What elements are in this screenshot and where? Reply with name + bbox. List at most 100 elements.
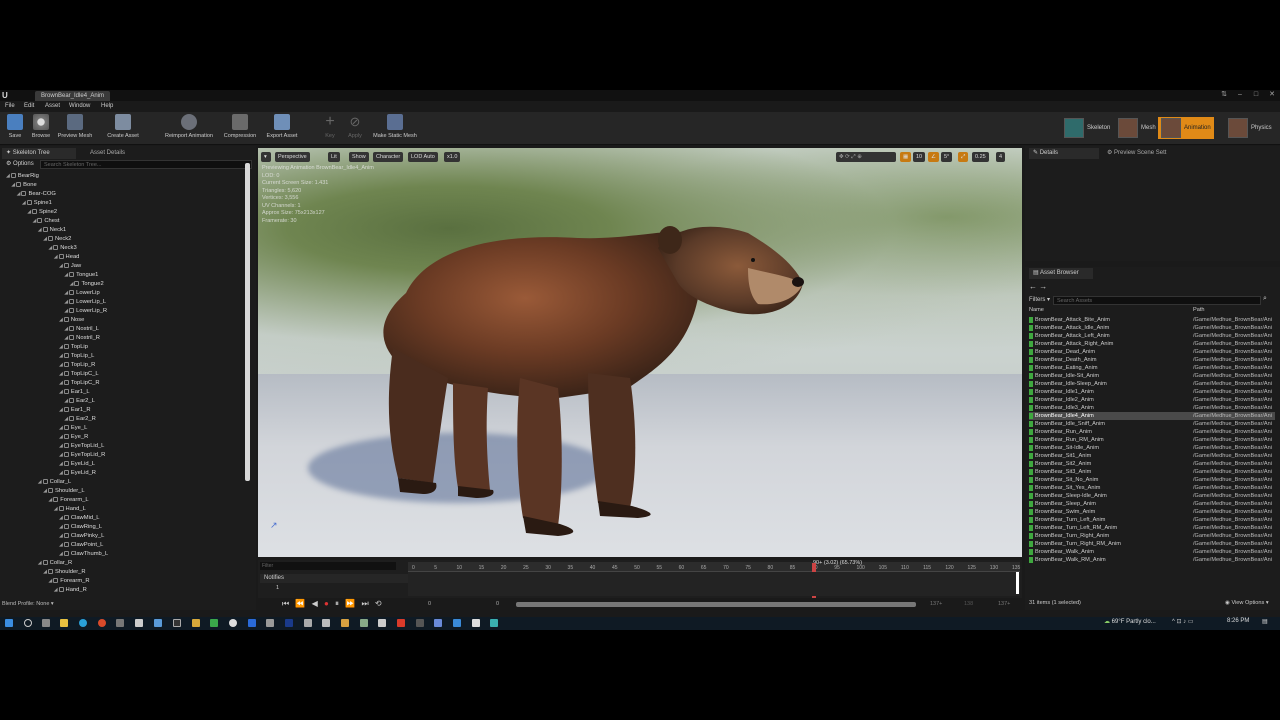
expand-arrow-icon[interactable]: ◢ bbox=[64, 416, 68, 422]
record-icon[interactable]: ● bbox=[324, 599, 331, 608]
bone-item[interactable]: ◢ EyeTopLid_R bbox=[59, 451, 105, 460]
rotation-snap-icon[interactable]: ∠ bbox=[928, 152, 939, 162]
search-taskbar-icon[interactable] bbox=[24, 619, 32, 627]
app-icon-12[interactable] bbox=[360, 619, 368, 627]
system-tray-icons[interactable]: ^ ⊡ ♪ ▭ bbox=[1172, 618, 1194, 625]
asset-row[interactable]: BrownBear_Sit1_Anim/Game/Medhue_BrownBea… bbox=[1029, 452, 1275, 460]
animation-mode-button[interactable]: Animation bbox=[1158, 117, 1214, 139]
physics-mode-button[interactable]: Physics bbox=[1228, 117, 1272, 139]
timeline-filter-input[interactable]: Filter bbox=[260, 562, 396, 570]
expand-arrow-icon[interactable]: ◢ bbox=[70, 281, 74, 287]
transport-buttons[interactable]: ⏮ ⏪ ◀ ● ⏸ ⏩ ⏭ ⟲ bbox=[282, 599, 384, 609]
timeline-ruler[interactable]: 0510152025303540455055606570758085909510… bbox=[408, 562, 1020, 572]
expand-arrow-icon[interactable]: ◢ bbox=[59, 443, 63, 449]
expand-arrow-icon[interactable]: ◢ bbox=[59, 344, 63, 350]
asset-row[interactable]: BrownBear_Walk_Anim/Game/Medhue_BrownBea… bbox=[1029, 548, 1275, 556]
account-icon[interactable]: ⇅ bbox=[1218, 90, 1230, 100]
app-icon-7[interactable] bbox=[248, 619, 256, 627]
bone-item[interactable]: ◢ Ear1_L bbox=[59, 388, 90, 397]
make-static-mesh-button[interactable]: Make Static Mesh bbox=[370, 114, 420, 144]
asset-row[interactable]: BrownBear_Idle_Sniff_Anim/Game/Medhue_Br… bbox=[1029, 420, 1275, 428]
asset-row[interactable]: BrownBear_Idle3_Anim/Game/Medhue_BrownBe… bbox=[1029, 404, 1275, 412]
asset-row[interactable]: BrownBear_Turn_Left_Anim/Game/Medhue_Bro… bbox=[1029, 516, 1275, 524]
bone-item[interactable]: ◢ Hand_R bbox=[54, 586, 87, 595]
expand-arrow-icon[interactable]: ◢ bbox=[38, 227, 42, 233]
bone-item[interactable]: ◢ Eye_R bbox=[59, 433, 88, 442]
bone-item[interactable]: ◢ TopLip_R bbox=[59, 361, 95, 370]
unreal-taskbar-icon[interactable] bbox=[490, 619, 498, 627]
bone-item[interactable]: ◢ Neck1 bbox=[38, 226, 66, 235]
bone-item[interactable]: ◢ Spine1 bbox=[22, 199, 52, 208]
epic-games-icon[interactable] bbox=[173, 619, 181, 627]
column-name-header[interactable]: Name bbox=[1029, 307, 1044, 313]
show-button[interactable]: Show bbox=[349, 152, 369, 162]
bone-item[interactable]: ◢ LowerLip bbox=[64, 289, 100, 298]
asset-row[interactable]: BrownBear_Swim_Anim/Game/Medhue_BrownBea… bbox=[1029, 508, 1275, 516]
notifications-icon[interactable]: ▤ bbox=[1262, 618, 1268, 625]
expand-arrow-icon[interactable]: ◢ bbox=[54, 506, 58, 512]
bone-item[interactable]: ◢ TopLip bbox=[59, 343, 88, 352]
asset-row[interactable]: BrownBear_Death_Anim/Game/Medhue_BrownBe… bbox=[1029, 356, 1275, 364]
apply-button[interactable]: ⊘ Apply bbox=[344, 114, 366, 144]
bone-item[interactable]: ◢ Nostril_L bbox=[64, 325, 99, 334]
export-asset-button[interactable]: Export Asset bbox=[262, 114, 302, 144]
bone-item[interactable]: ◢ Jaw bbox=[59, 262, 81, 271]
expand-arrow-icon[interactable]: ◢ bbox=[59, 371, 63, 377]
reimport-animation-button[interactable]: Reimport Animation bbox=[160, 114, 218, 144]
range-start-2[interactable]: 0 bbox=[496, 601, 499, 607]
bone-item[interactable]: ◢ Tongue1 bbox=[64, 271, 98, 280]
app-icon-4[interactable] bbox=[192, 619, 200, 627]
expand-arrow-icon[interactable]: ◢ bbox=[22, 200, 26, 206]
photoshop-icon[interactable] bbox=[285, 619, 293, 627]
expand-arrow-icon[interactable]: ◢ bbox=[59, 380, 63, 386]
mesh-mode-button[interactable]: Mesh bbox=[1118, 117, 1156, 139]
bone-item[interactable]: ◢ EyeLid_R bbox=[59, 469, 96, 478]
expand-arrow-icon[interactable]: ◢ bbox=[59, 407, 63, 413]
bone-item[interactable]: ◢ Shoulder_R bbox=[43, 568, 86, 577]
bone-item[interactable]: ◢ ClawMid_L bbox=[59, 514, 100, 523]
bone-item[interactable]: ◢ ClawRing_L bbox=[59, 523, 102, 532]
expand-arrow-icon[interactable]: ◢ bbox=[48, 578, 52, 584]
search-icon[interactable]: ⌕ bbox=[1263, 295, 1267, 303]
asset-row[interactable]: BrownBear_Run_Anim/Game/Medhue_BrownBear… bbox=[1029, 428, 1275, 436]
expand-arrow-icon[interactable]: ◢ bbox=[43, 236, 47, 242]
asset-row[interactable]: BrownBear_Dead_Anim/Game/Medhue_BrownBea… bbox=[1029, 348, 1275, 356]
expand-arrow-icon[interactable]: ◢ bbox=[43, 488, 47, 494]
playback-speed-button[interactable]: x1.0 bbox=[444, 152, 461, 162]
app-icon-13[interactable] bbox=[378, 619, 386, 627]
menu-file[interactable]: File bbox=[5, 103, 15, 109]
close-button[interactable]: ✕ bbox=[1266, 90, 1278, 100]
tab-asset-browser[interactable]: ▤ Asset Browser bbox=[1029, 268, 1093, 279]
column-path-header[interactable]: Path bbox=[1193, 307, 1205, 313]
asset-row[interactable]: BrownBear_Sit-Idle_Anim/Game/Medhue_Brow… bbox=[1029, 444, 1275, 452]
expand-arrow-icon[interactable]: ◢ bbox=[17, 191, 21, 197]
blend-profile-dropdown[interactable]: Blend Profile: None ▾ bbox=[2, 601, 54, 609]
scale-snap-value[interactable]: 0.25 bbox=[972, 152, 989, 162]
skeleton-search-input[interactable]: Search Skeleton Tree... bbox=[40, 160, 252, 169]
expand-arrow-icon[interactable]: ◢ bbox=[59, 533, 63, 539]
app-icon-6[interactable] bbox=[229, 619, 237, 627]
asset-row[interactable]: BrownBear_Idle2_Anim/Game/Medhue_BrownBe… bbox=[1029, 396, 1275, 404]
asset-row[interactable]: BrownBear_Attack_Right_Anim/Game/Medhue_… bbox=[1029, 340, 1275, 348]
taskbar-clock[interactable]: 8:26 PM bbox=[1227, 618, 1249, 624]
expand-arrow-icon[interactable]: ◢ bbox=[64, 308, 68, 314]
asset-row[interactable]: BrownBear_Turn_Right_RM_Anim/Game/Medhue… bbox=[1029, 540, 1275, 548]
bone-item[interactable]: ◢ EyeLid_L bbox=[59, 460, 95, 469]
bone-item[interactable]: ◢ TopLipC_R bbox=[59, 379, 100, 388]
app-icon-16[interactable] bbox=[434, 619, 442, 627]
asset-search-input[interactable]: Search Assets bbox=[1053, 296, 1261, 305]
expand-arrow-icon[interactable]: ◢ bbox=[59, 452, 63, 458]
document-tab[interactable]: BrownBear_Idle4_Anim bbox=[35, 91, 111, 101]
minimize-button[interactable]: – bbox=[1234, 90, 1246, 100]
bone-item[interactable]: ◢ Collar_L bbox=[38, 478, 71, 487]
range-end-2[interactable]: 137+ bbox=[998, 601, 1010, 607]
bone-item[interactable]: ◢ Shoulder_L bbox=[43, 487, 85, 496]
character-button[interactable]: Character bbox=[373, 152, 404, 162]
app-icon-15[interactable] bbox=[416, 619, 424, 627]
asset-row[interactable]: BrownBear_Idle4_Anim/Game/Medhue_BrownBe… bbox=[1029, 412, 1275, 420]
timeline-scroll-bar[interactable] bbox=[516, 602, 916, 607]
notifies-track[interactable] bbox=[408, 572, 1020, 596]
bone-item[interactable]: ◢ Bone bbox=[11, 181, 37, 190]
compression-button[interactable]: Compression bbox=[220, 114, 260, 144]
bone-item[interactable]: ◢ Tongue2 bbox=[70, 280, 104, 289]
